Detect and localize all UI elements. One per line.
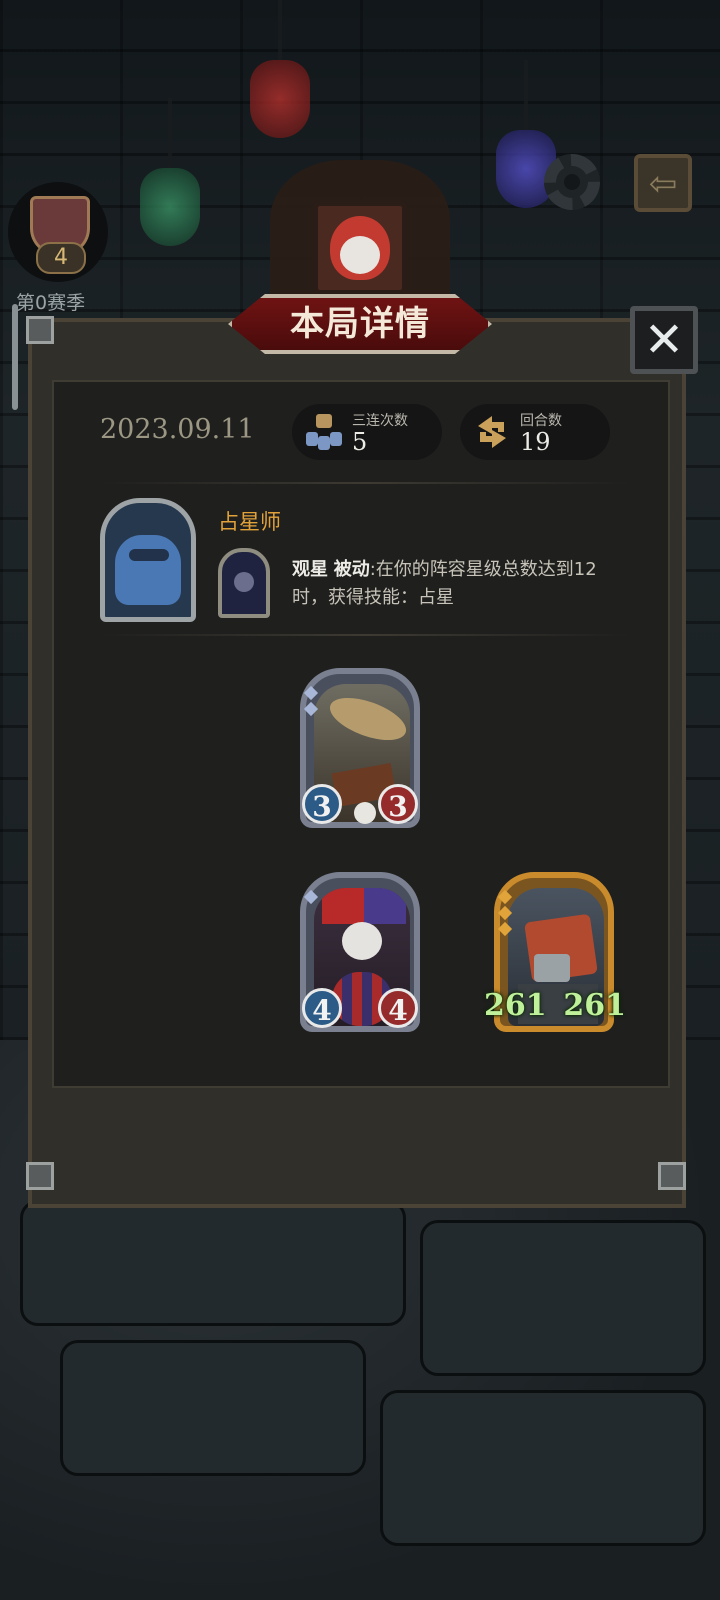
section-divider <box>100 634 630 636</box>
gear-icon[interactable] <box>544 154 600 210</box>
skull-icon <box>354 802 376 824</box>
unit-attack: 261 <box>484 988 547 1023</box>
panel-corner <box>26 316 54 344</box>
rounds-cycle-icon <box>478 416 506 448</box>
star-pip-icon <box>497 889 513 905</box>
panel-corner <box>658 1162 686 1190</box>
skill-type: 被动 <box>333 559 370 580</box>
unit-card-robot[interactable]: 261 261 <box>484 872 626 1032</box>
rounds-value: 19 <box>520 428 551 456</box>
triples-value: 5 <box>352 428 368 456</box>
close-button[interactable]: ✕ <box>630 306 698 374</box>
hero-skill-description: 观星 被动:在你的阵容星级总数达到12时，获得技能：占星 <box>292 556 622 612</box>
section-divider <box>100 482 630 484</box>
red-lantern-icon <box>250 0 310 138</box>
side-scrollbar[interactable] <box>12 304 18 410</box>
floor-stone <box>60 1340 366 1476</box>
hero-name: 占星师 <box>218 510 281 534</box>
floor-stone <box>380 1390 706 1546</box>
moon-skill-icon[interactable] <box>218 548 270 618</box>
season-label: 第0赛季 <box>16 292 86 314</box>
floor-stone <box>420 1220 706 1376</box>
astrologer-hero-icon <box>115 535 181 605</box>
unit-health: 4 <box>378 988 418 1028</box>
green-lantern-icon <box>140 98 200 246</box>
avatar-face-icon <box>330 216 390 280</box>
skill-name: 观星 <box>292 559 328 580</box>
player-avatar[interactable] <box>312 200 408 296</box>
panel-corner <box>26 1162 54 1190</box>
rank-badge[interactable]: 4 <box>8 182 108 282</box>
floor-stone <box>20 1200 406 1326</box>
back-button[interactable]: ⇦ <box>634 154 692 212</box>
unit-attack: 3 <box>302 784 342 824</box>
triples-label: 三连次数 <box>352 413 408 429</box>
rounds-label: 回合数 <box>520 413 562 429</box>
star-pip-icon <box>303 685 319 701</box>
close-icon: ✕ <box>643 312 685 368</box>
rounds-stat: 回合数 19 <box>460 404 610 460</box>
rank-level: 4 <box>36 242 86 274</box>
unit-card-airship[interactable]: 3 3 <box>300 668 420 828</box>
unit-attack: 4 <box>302 988 342 1028</box>
triple-merge-icon <box>306 414 342 450</box>
unit-health: 3 <box>378 784 418 824</box>
star-pip-icon <box>303 889 319 905</box>
unit-health: 261 <box>563 988 626 1023</box>
triples-stat: 三连次数 5 <box>292 404 442 460</box>
exit-arrow-icon: ⇦ <box>648 164 678 204</box>
hero-portrait[interactable] <box>100 498 196 622</box>
unit-card-clown[interactable]: 4 4 <box>300 872 420 1032</box>
dialog-title: 本局详情 <box>290 304 430 344</box>
match-date: 2023.09.11 <box>100 414 255 445</box>
